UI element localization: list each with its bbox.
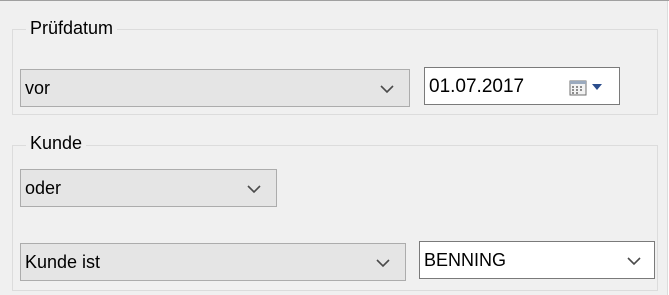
kunde-condition-value: Kunde ist xyxy=(25,252,101,272)
filter-window: Prüfdatum vor 01.07.2017 Kunde oder Kund… xyxy=(0,0,669,295)
dropdown-arrow-icon[interactable] xyxy=(591,82,603,92)
pruefdatum-date-value: 01.07.2017 xyxy=(429,76,525,97)
chevron-down-icon xyxy=(627,257,641,266)
kunde-condition-select[interactable]: Kunde ist xyxy=(20,243,406,281)
kunde-value-text: BENNING xyxy=(424,250,507,270)
pruefdatum-date-picker[interactable]: 01.07.2017 xyxy=(424,67,620,105)
kunde-logic-select[interactable]: oder xyxy=(20,169,277,207)
pruefdatum-group-label: Prüfdatum xyxy=(26,17,118,39)
kunde-value-select[interactable]: BENNING xyxy=(419,241,655,279)
kunde-group-label: Kunde xyxy=(26,132,87,154)
chevron-down-icon xyxy=(247,185,261,194)
chevron-down-icon xyxy=(380,85,394,94)
chevron-down-icon xyxy=(376,259,390,268)
kunde-logic-value: oder xyxy=(25,178,62,198)
pruefdatum-operator-select[interactable]: vor xyxy=(20,69,410,107)
pruefdatum-operator-value: vor xyxy=(25,78,51,98)
calendar-icon[interactable] xyxy=(569,79,589,97)
